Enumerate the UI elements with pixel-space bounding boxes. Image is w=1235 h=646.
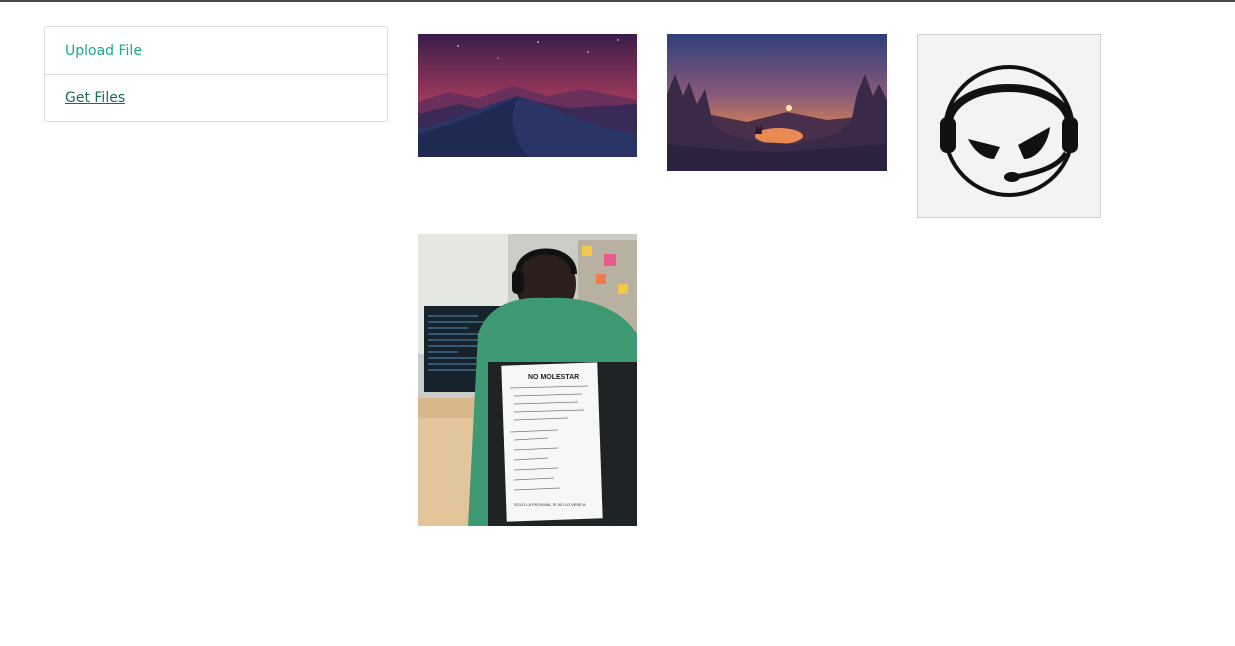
gallery-image-office[interactable]: NO MOLESTAR SOLO LA PROXIMA, SI NO LO VE… <box>418 234 637 526</box>
headset-mascot-icon <box>918 35 1100 217</box>
forest-landscape-image <box>667 34 887 171</box>
gallery-image-headset[interactable] <box>917 34 1101 218</box>
sign-title: NO MOLESTAR <box>528 374 579 381</box>
office-photo-image: NO MOLESTAR SOLO LA PROXIMA, SI NO LO VE… <box>418 234 637 526</box>
gallery-image-desert[interactable] <box>418 34 637 157</box>
top-border <box>0 0 1235 2</box>
sign-footer: SOLO LA PROXIMA, SI NO LO VERE A <box>514 502 586 507</box>
file-menu: Upload File Get Files <box>44 26 388 122</box>
desert-landscape-image <box>418 34 637 157</box>
upload-file-link[interactable]: Upload File <box>45 27 387 74</box>
gallery-image-forest[interactable] <box>667 34 887 171</box>
get-files-link[interactable]: Get Files <box>45 74 387 121</box>
